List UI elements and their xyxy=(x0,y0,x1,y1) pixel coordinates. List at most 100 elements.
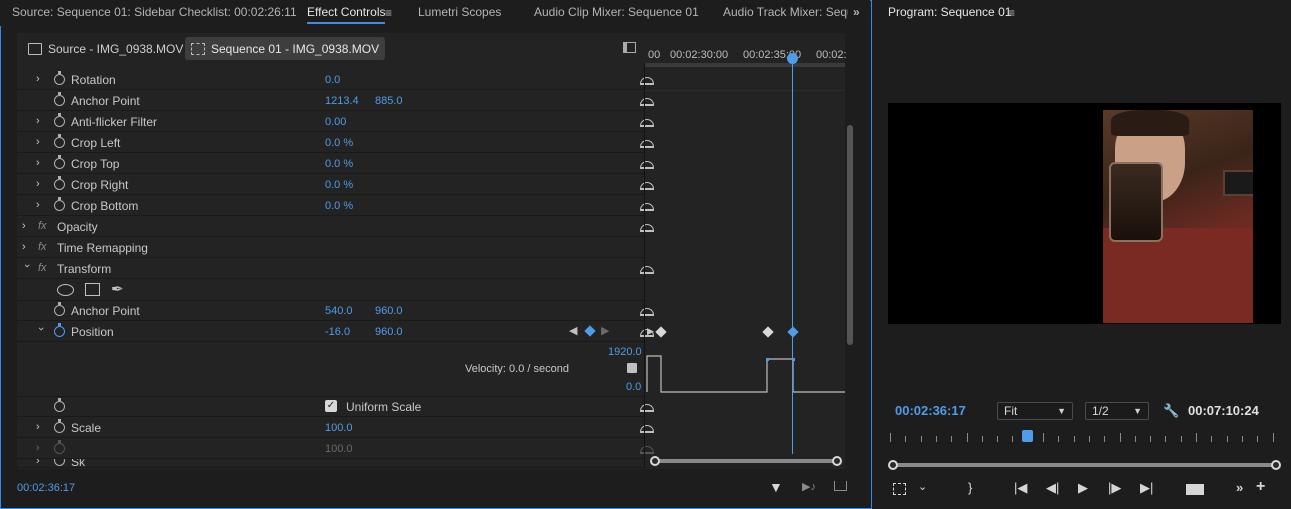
uniform-scale-checkbox[interactable]: ✓ xyxy=(325,400,337,412)
expand-chevron-icon[interactable]: › xyxy=(36,178,46,190)
keyframe-timeline[interactable] xyxy=(645,63,845,458)
program-monitor-title[interactable]: Program: Sequence 01 xyxy=(888,5,1011,19)
property-value[interactable]: 0.0 % xyxy=(325,158,353,170)
add-button-icon[interactable]: + xyxy=(1256,478,1265,496)
expand-chevron-icon[interactable]: › xyxy=(22,241,32,253)
program-current-time[interactable]: 00:02:36:17 xyxy=(895,403,966,418)
stopwatch-icon[interactable] xyxy=(54,419,65,433)
add-keyframe-icon[interactable] xyxy=(584,325,596,337)
next-keyframe-icon[interactable]: ▶ xyxy=(601,324,609,337)
program-zoom-scrollbar[interactable] xyxy=(888,460,1281,470)
property-value[interactable]: 0.0 % xyxy=(325,137,353,149)
panel-menu-icon[interactable]: ≡ xyxy=(1008,6,1015,20)
more-controls-icon[interactable]: » xyxy=(1236,480,1243,495)
scroll-track[interactable] xyxy=(893,463,1276,467)
export-icon[interactable] xyxy=(834,481,847,491)
expand-chevron-icon[interactable]: › xyxy=(22,220,32,232)
program-playhead[interactable] xyxy=(1022,430,1033,442)
step-forward-icon[interactable]: |▶ xyxy=(1108,480,1121,496)
reset-icon[interactable] xyxy=(640,221,654,232)
zoom-level-select[interactable]: Fit ▼ xyxy=(997,402,1073,420)
expand-chevron-icon[interactable]: › xyxy=(36,442,46,454)
wrench-icon[interactable]: 🔧 xyxy=(1163,403,1179,419)
column-divider[interactable] xyxy=(644,63,645,468)
property-value[interactable]: 0.0 xyxy=(325,74,340,86)
current-time-display[interactable]: 00:02:36:17 xyxy=(17,482,75,494)
reset-icon[interactable] xyxy=(640,116,654,127)
scroll-track[interactable] xyxy=(654,459,838,463)
resolution-select[interactable]: 1/2 ▼ xyxy=(1085,402,1149,420)
stopwatch-icon[interactable] xyxy=(54,155,65,169)
clip-tab-source[interactable]: Source - IMG_0938.MOV xyxy=(22,37,189,60)
stopwatch-icon[interactable] xyxy=(54,176,65,190)
pen-mask-icon[interactable]: ✒ xyxy=(111,280,124,298)
ellipse-mask-icon[interactable] xyxy=(57,284,74,296)
export-frame-icon[interactable] xyxy=(1186,484,1204,495)
scroll-knob-left[interactable] xyxy=(888,460,898,470)
reset-icon[interactable] xyxy=(640,401,654,412)
property-value[interactable]: 0.00 xyxy=(325,116,346,128)
rectangle-mask-icon[interactable] xyxy=(85,283,100,296)
property-value[interactable]: 0.0 % xyxy=(325,200,353,212)
expand-chevron-icon[interactable]: › xyxy=(36,115,46,127)
property-value-x[interactable]: -16.0 xyxy=(325,326,350,338)
property-value-y[interactable]: 960.0 xyxy=(375,305,403,317)
playhead-handle[interactable] xyxy=(787,53,798,64)
stopwatch-icon[interactable] xyxy=(54,398,65,412)
reset-icon[interactable] xyxy=(640,179,654,190)
tab-overflow-icon[interactable]: » xyxy=(853,5,860,19)
reset-icon[interactable] xyxy=(640,305,654,316)
chevron-down-icon[interactable]: ⌄ xyxy=(918,480,927,493)
expand-chevron-icon[interactable]: › xyxy=(36,73,46,85)
stopwatch-icon[interactable] xyxy=(54,92,65,106)
property-value-x[interactable]: 1213.4 xyxy=(325,95,359,107)
reset-icon[interactable] xyxy=(640,422,654,433)
expand-chevron-icon[interactable]: › xyxy=(36,199,46,211)
reset-icon[interactable] xyxy=(640,95,654,106)
reset-icon[interactable] xyxy=(640,137,654,148)
reset-icon[interactable] xyxy=(640,263,654,274)
toggle-timeline-icon[interactable] xyxy=(623,42,636,53)
step-back-icon[interactable]: ◀| xyxy=(1046,480,1059,496)
stopwatch-icon[interactable] xyxy=(54,197,65,211)
program-time-ruler[interactable] xyxy=(888,432,1278,446)
expand-chevron-icon[interactable]: › xyxy=(36,157,46,169)
expand-chevron-icon[interactable]: › xyxy=(36,136,46,148)
tab-audio-track-mixer[interactable]: Audio Track Mixer: Seque xyxy=(723,5,848,19)
go-to-out-icon[interactable]: ▶| xyxy=(1140,480,1153,496)
vertical-scrollbar[interactable] xyxy=(847,125,853,345)
fx-icon[interactable]: fx xyxy=(38,220,47,232)
property-value-y[interactable]: 960.0 xyxy=(375,326,403,338)
velocity-graph[interactable] xyxy=(645,342,845,397)
clip-tab-sequence[interactable]: Sequence 01 - IMG_0938.MOV xyxy=(185,37,386,60)
tab-effect-controls[interactable]: Effect Controls xyxy=(307,5,386,24)
tab-audio-clip-mixer[interactable]: Audio Clip Mixer: Sequence 01 xyxy=(534,5,699,19)
property-value-x[interactable]: 540.0 xyxy=(325,305,353,317)
mark-out-icon[interactable]: } xyxy=(968,480,972,495)
expand-chevron-icon[interactable]: › xyxy=(36,459,46,467)
go-to-in-icon[interactable]: |◀ xyxy=(1014,480,1027,496)
play-audio-icon[interactable]: ▶♪ xyxy=(802,480,816,493)
scroll-knob-right[interactable] xyxy=(1271,460,1281,470)
stopwatch-icon[interactable] xyxy=(54,71,65,85)
stopwatch-icon[interactable] xyxy=(54,134,65,148)
add-marker-icon[interactable] xyxy=(893,483,906,495)
stopwatch-icon[interactable] xyxy=(54,113,65,127)
filter-icon[interactable]: ▼ xyxy=(769,479,783,495)
panel-menu-icon[interactable]: ≡ xyxy=(385,6,392,20)
playhead-line[interactable] xyxy=(792,58,793,454)
reset-icon[interactable] xyxy=(640,200,654,211)
scroll-knob-right[interactable] xyxy=(832,456,842,466)
collapse-chevron-icon[interactable]: › xyxy=(21,264,33,274)
graph-scale-icon[interactable] xyxy=(627,363,637,373)
timeline-ruler[interactable]: 00 00:02:30:00 00:02:35:00 00:02: xyxy=(645,33,847,63)
reset-icon[interactable] xyxy=(640,74,654,85)
property-value[interactable]: 100.0 xyxy=(325,422,353,434)
stopwatch-icon[interactable] xyxy=(54,323,65,337)
property-value-y[interactable]: 885.0 xyxy=(375,95,403,107)
scroll-knob-left[interactable] xyxy=(650,456,660,466)
fx-icon[interactable]: fx xyxy=(38,241,47,253)
play-icon[interactable]: ▶ xyxy=(1078,480,1088,496)
prev-keyframe-icon[interactable]: ◀ xyxy=(569,324,577,337)
tab-source[interactable]: Source: Sequence 01: Sidebar Checklist: … xyxy=(12,5,297,19)
